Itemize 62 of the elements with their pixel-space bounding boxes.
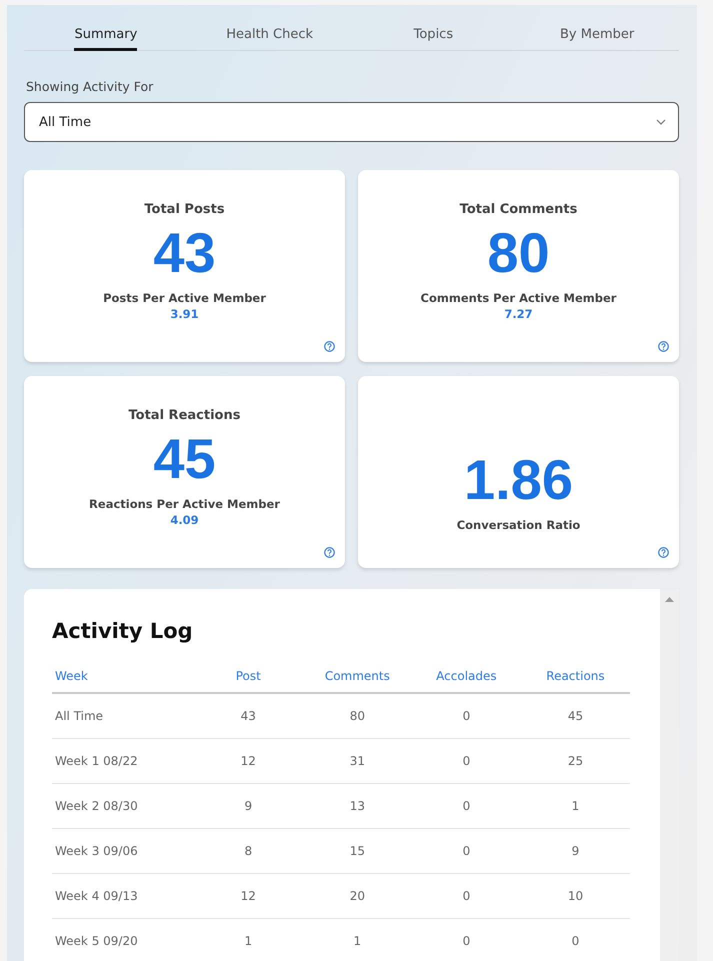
table-cell-text: 0 — [462, 754, 472, 768]
table-cell-text: 0 — [570, 934, 580, 948]
table-cell-text: 12 — [240, 889, 257, 903]
column-header[interactable]: Post — [194, 669, 303, 683]
table-cell-text: 80 — [348, 709, 366, 723]
table-cell-text: 13 — [348, 799, 366, 813]
stat-sub-label: Comments Per Active Member — [420, 291, 616, 305]
table-cell-text: 0 — [462, 934, 472, 948]
column-header[interactable]: Comments — [302, 669, 412, 683]
table-cell-text: All Time — [54, 709, 104, 723]
stat-sub-value: 7.27 — [504, 307, 533, 321]
table-cell-text: 1 — [352, 934, 362, 948]
table-cell-text: 9 — [243, 799, 254, 813]
stat-sub-value: 3.91 — [170, 307, 199, 321]
table-cell-text: Week 4 09/13 — [54, 889, 139, 903]
column-header[interactable]: Reactions — [520, 669, 630, 683]
activity-log-title: Activity Log — [52, 619, 194, 643]
table-cell-text: 15 — [348, 844, 366, 858]
chevron-down-icon — [656, 119, 666, 125]
table-cell-text: Week 2 08/30 — [54, 799, 139, 813]
tab[interactable]: Topics — [414, 27, 454, 51]
scroll-up-icon[interactable] — [665, 597, 674, 602]
table-cell-text: 20 — [348, 889, 366, 903]
help-icon[interactable] — [658, 341, 669, 352]
help-icon[interactable] — [324, 341, 335, 352]
help-icon[interactable] — [658, 547, 669, 558]
stat-sub-label: Posts Per Active Member — [103, 291, 266, 305]
stat-sub-value: 4.09 — [170, 513, 199, 527]
table-cell-text: 0 — [462, 799, 472, 813]
stat-value: 80 — [487, 225, 550, 281]
filter-label: Showing Activity For — [26, 79, 154, 94]
stat-value: 45 — [153, 431, 216, 487]
table-cell-text: 1 — [243, 934, 254, 948]
stat-value: 1.86 — [464, 452, 573, 508]
stat-title: Total Reactions — [128, 408, 240, 423]
table-cell-text: 0 — [462, 889, 472, 903]
help-icon[interactable] — [324, 547, 335, 558]
tab[interactable]: By Member — [560, 27, 634, 51]
tab[interactable]: Summary — [74, 27, 138, 51]
stat-title: Total Comments — [460, 202, 578, 217]
table-cell-text: Week 3 09/06 — [54, 844, 139, 858]
table-cell-text: 0 — [462, 844, 472, 858]
table-cell-text: 43 — [240, 709, 257, 723]
stat-sub-label: Conversation Ratio — [456, 518, 580, 532]
column-header[interactable]: Week — [52, 669, 194, 683]
table-cell-text: 8 — [243, 844, 254, 858]
stat-title: Total Posts — [144, 202, 225, 217]
stat-sub-label: Reactions Per Active Member — [89, 497, 280, 511]
table-cell-text: 12 — [240, 754, 257, 768]
period-select[interactable]: All Time — [24, 102, 679, 142]
stat-value: 43 — [153, 225, 216, 281]
table-cell-text: 45 — [566, 709, 584, 723]
table-cell-text: 25 — [566, 754, 584, 768]
table-cell-text: Week 1 08/22 — [54, 754, 139, 768]
column-header[interactable]: Accolades — [412, 669, 521, 683]
table-cell-text: 9 — [570, 844, 580, 858]
table-cell-text: 0 — [462, 709, 472, 723]
table-cell-text: 1 — [570, 799, 580, 813]
tab[interactable]: Health Check — [226, 27, 314, 51]
table-cell-text: 31 — [348, 754, 366, 768]
table-cell-text: Week 5 09/20 — [54, 934, 139, 948]
table-cell-text: 10 — [566, 889, 584, 903]
